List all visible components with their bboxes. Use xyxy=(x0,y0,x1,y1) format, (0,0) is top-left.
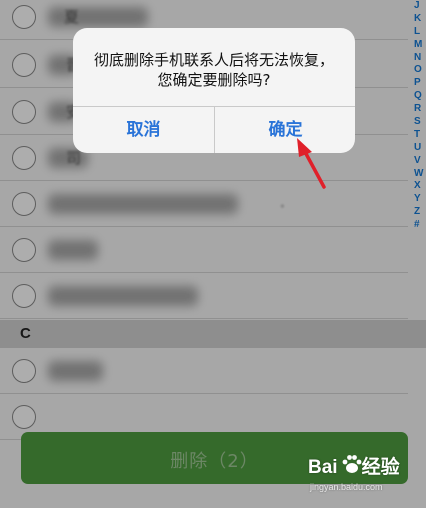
watermark-logo-suffix: 经验 xyxy=(361,457,400,478)
watermark-site: jingyan.baidu.com xyxy=(310,482,383,492)
red-arrow-annotation xyxy=(297,138,326,189)
watermark-logo-text: Bai xyxy=(308,457,338,478)
paw-icon xyxy=(342,455,362,473)
baidu-jingyan-watermark: Bai 经验 jingyan.baidu.com xyxy=(308,452,420,500)
